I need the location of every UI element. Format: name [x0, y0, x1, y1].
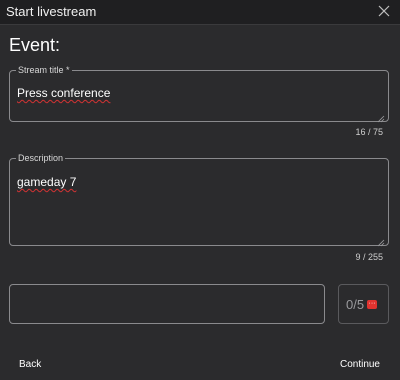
- back-button[interactable]: Back: [19, 359, 41, 370]
- stream-title-field[interactable]: Stream title * Press conference: [9, 64, 389, 123]
- resize-handle-icon[interactable]: [377, 234, 385, 247]
- close-icon[interactable]: [377, 4, 391, 18]
- more-badge-icon: ···: [367, 300, 377, 309]
- text-input[interactable]: [9, 284, 325, 324]
- dialog-titlebar: Start livestream: [0, 0, 400, 25]
- description-value[interactable]: gameday 7: [17, 175, 76, 189]
- stream-title-counter: 16 / 75: [355, 127, 383, 137]
- resize-handle-icon[interactable]: [377, 110, 385, 123]
- start-livestream-dialog: Start livestream Event: Stream title * P…: [0, 0, 400, 380]
- dialog-title: Start livestream: [6, 4, 97, 19]
- dialog-footer: Back Continue: [0, 340, 400, 380]
- tag-count: 0/5: [346, 297, 365, 312]
- section-heading: Event:: [9, 35, 61, 55]
- description-field[interactable]: Description gameday 7: [9, 152, 389, 247]
- stream-title-label: Stream title *: [16, 64, 72, 76]
- description-label: Description: [16, 152, 66, 164]
- continue-button[interactable]: Continue: [340, 359, 380, 370]
- stream-title-value[interactable]: Press conference: [17, 86, 110, 100]
- description-counter: 9 / 255: [355, 252, 383, 262]
- tag-counter-box[interactable]: 0/5 ···: [338, 284, 389, 324]
